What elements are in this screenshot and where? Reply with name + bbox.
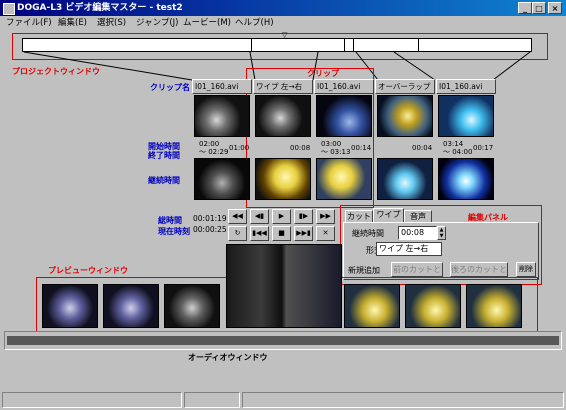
delete-button[interactable]: 削除	[516, 262, 536, 277]
edit-panel-body: 継続時間 00:08 ▲ ▼ 形式 ワイプ 左→右 新規追加 前のカットと 後ろの…	[343, 222, 539, 280]
duration-field-label: 継続時間	[352, 229, 384, 238]
stop-button[interactable]: ■	[272, 226, 291, 241]
clip-header-4[interactable]: オーバーラップ	[375, 79, 435, 94]
tab-wipe[interactable]: ワイプ	[373, 208, 404, 223]
clip-end-time: ～ 03:13	[321, 148, 351, 156]
preview-thumbnail[interactable]	[42, 284, 98, 328]
add-with-previous-cut-button[interactable]: 前のカットと	[391, 262, 443, 277]
preview-window-label: プレビューウィンドウ	[48, 266, 128, 275]
clip-end-thumbnail[interactable]	[194, 158, 250, 200]
end-time-label: 終了時間	[148, 151, 180, 160]
clip-thumbnail[interactable]	[377, 95, 433, 137]
clip-start-time: 02:00	[199, 140, 220, 148]
clip-end-thumbnail[interactable]	[316, 158, 372, 200]
clip-start-time: 03:00	[321, 140, 342, 148]
status-pane	[2, 392, 182, 408]
fast-forward-button[interactable]: ▶▶	[316, 209, 335, 224]
type-select[interactable]: ワイプ 左→右	[376, 242, 442, 256]
loop-button[interactable]: ↻	[228, 226, 247, 241]
duration-label: 継続時間	[148, 176, 180, 185]
step-back-button[interactable]: ◀▮	[250, 209, 269, 224]
clip-end-thumbnail[interactable]	[255, 158, 311, 200]
clip-end-thumbnail[interactable]	[438, 158, 494, 200]
duration-spinner[interactable]: ▲ ▼	[437, 226, 446, 240]
clip-header-1[interactable]: I01_160.avi	[192, 79, 252, 94]
clip-thumbnail[interactable]	[255, 95, 311, 137]
preview-thumbnail[interactable]	[164, 284, 220, 328]
rewind-button[interactable]: ◀◀	[228, 209, 247, 224]
current-time-label: 現在時刻	[158, 227, 190, 236]
clip-label: クリップ	[307, 69, 339, 78]
duration-input[interactable]: 00:08	[398, 226, 437, 240]
step-forward-button[interactable]: ▮▶	[294, 209, 313, 224]
play-button[interactable]: ▶	[272, 209, 291, 224]
add-with-next-cut-button[interactable]: 後ろのカットと	[450, 262, 508, 277]
clip-header-5[interactable]: I01_160.avi	[436, 79, 496, 94]
clip-end-time: ～ 02:29	[199, 148, 229, 156]
clip-thumbnail[interactable]	[438, 95, 494, 137]
clip-start-time: 03:14	[443, 140, 464, 148]
new-add-label: 新規追加	[348, 266, 380, 275]
goto-end-button[interactable]: ▶▶▮	[294, 226, 313, 241]
audio-window-label: オーディオウィンドウ	[188, 353, 268, 362]
preview-main-frame[interactable]	[226, 244, 342, 328]
preview-thumbnail[interactable]	[344, 284, 400, 328]
total-time-value: 00:01:19	[193, 214, 227, 223]
clip-duration: 00:14	[351, 144, 372, 152]
preview-thumbnail[interactable]	[405, 284, 461, 328]
clip-header-3[interactable]: I01_160.avi	[314, 79, 374, 94]
clip-thumbnail[interactable]	[194, 95, 250, 137]
current-time-value: 00:00:25	[193, 225, 227, 234]
clip-name-label: クリップ名	[150, 83, 190, 92]
status-pane	[184, 392, 240, 408]
preview-thumbnail[interactable]	[103, 284, 159, 328]
clip-header-2[interactable]: ワイプ 左→右	[253, 79, 313, 94]
clip-duration: 00:08	[290, 144, 311, 152]
clip-duration: 00:17	[473, 144, 494, 152]
total-time-label: 総時間	[158, 216, 182, 225]
delete-clip-button[interactable]: ✕	[316, 226, 335, 241]
clip-duration: 00:04	[412, 144, 433, 152]
clip-duration: 01:00	[229, 144, 250, 152]
goto-start-button[interactable]: ▮◀◀	[250, 226, 269, 241]
status-pane	[242, 392, 564, 408]
clip-end-thumbnail[interactable]	[377, 158, 433, 200]
preview-thumbnail[interactable]	[466, 284, 522, 328]
clip-thumbnail[interactable]	[316, 95, 372, 137]
audio-window[interactable]	[4, 331, 562, 350]
audio-track[interactable]	[7, 336, 559, 345]
clip-end-time: ～ 04:00	[443, 148, 473, 156]
